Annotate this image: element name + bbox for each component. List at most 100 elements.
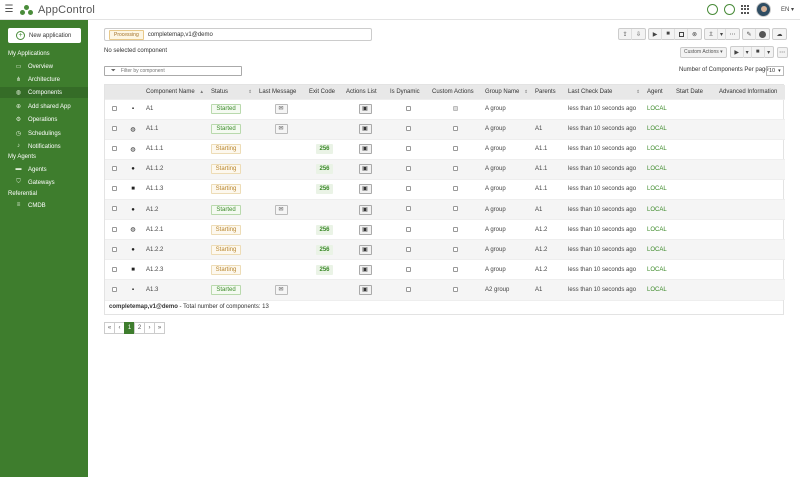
header-start-date[interactable]: Start Date xyxy=(673,85,716,99)
sidebar-item-gateways[interactable]: ⛉ Gateways xyxy=(14,177,88,188)
component-name[interactable]: A1 xyxy=(143,99,208,119)
table-row[interactable]: ◍ A1.1 Started ✉ ▣ A group A1 less than 10 seco… xyxy=(105,119,785,140)
header-custom-actions[interactable]: Custom Actions xyxy=(429,85,482,99)
component-name[interactable]: A1.3 xyxy=(143,280,208,300)
agent-name[interactable]: LOCAL xyxy=(644,199,673,219)
table-row[interactable]: ▪ A1 Started ✉ ▣ A group less than 10 seconds … xyxy=(105,99,785,119)
chevron-down-icon[interactable]: ▾ xyxy=(744,46,752,58)
logo[interactable]: AppControl xyxy=(20,4,95,16)
header-last-check-date[interactable]: Last Check Date ⇕ xyxy=(565,85,644,99)
sidebar-item-operations[interactable]: ⚙ Operations xyxy=(14,114,88,125)
agent-name[interactable]: LOCAL xyxy=(644,139,673,159)
download-icon[interactable]: ⇩ xyxy=(632,29,645,40)
gear-icon[interactable] xyxy=(706,4,718,15)
cancel-icon[interactable]: ⊗ xyxy=(688,29,701,40)
agent-name[interactable]: LOCAL xyxy=(644,220,673,240)
message-icon[interactable]: ✉ xyxy=(274,104,288,115)
table-row[interactable]: ■ A1.1.3 Starting 256 ▣ A group A1.1 less than … xyxy=(105,179,785,199)
component-name[interactable]: A1.1 xyxy=(143,119,208,139)
component-name[interactable]: A1.2.2 xyxy=(143,240,208,260)
header-parents[interactable]: Parents xyxy=(532,85,565,99)
header-last-message[interactable]: Last Message xyxy=(256,85,306,99)
agent-name[interactable]: LOCAL xyxy=(644,280,673,300)
actions-list-icon[interactable]: ▣ xyxy=(358,285,372,296)
cloud-download-icon[interactable]: ☁ xyxy=(773,29,786,40)
upload-icon[interactable]: ⇪ xyxy=(619,28,632,40)
table-row[interactable]: ● A1.1.2 Starting 256 ▣ A group A1.1 less than … xyxy=(105,159,785,180)
actions-list-icon[interactable]: ▣ xyxy=(358,144,372,155)
agent-name[interactable]: LOCAL xyxy=(644,240,673,260)
table-row[interactable]: ■ A1.2.3 Starting 256 ▣ A group A1.2 less than … xyxy=(105,259,785,280)
more-icon[interactable]: ⋯ xyxy=(726,29,739,40)
row-checkbox[interactable] xyxy=(111,166,117,172)
component-name[interactable]: A1.2.3 xyxy=(143,260,208,280)
agent-name[interactable]: LOCAL xyxy=(644,159,673,179)
table-row[interactable]: ● A1.2 Started ✉ ▣ A group A1 less than 10 seco… xyxy=(105,199,785,220)
per-page-select[interactable]: 10 ▾ xyxy=(766,66,784,76)
actions-list-icon[interactable]: ▣ xyxy=(358,224,372,235)
help-icon[interactable] xyxy=(723,4,735,15)
message-icon[interactable]: ✉ xyxy=(274,124,288,135)
avatar[interactable] xyxy=(755,2,771,17)
agent-name[interactable]: LOCAL xyxy=(644,119,673,139)
sidebar-item-schedulings[interactable]: ◷ Schedulings xyxy=(14,128,88,139)
actions-list-icon[interactable]: ▣ xyxy=(358,184,372,195)
sidebar-item-agents[interactable]: ▬ Agents xyxy=(14,164,88,175)
header-status[interactable]: Status ⇕ xyxy=(208,85,256,99)
header-actions-list[interactable]: Actions List xyxy=(343,85,387,99)
edit-icon[interactable]: ✎ xyxy=(743,28,756,40)
row-checkbox[interactable] xyxy=(111,287,117,293)
sidebar-item-overview[interactable]: ▭ Overview xyxy=(14,61,88,72)
actions-list-icon[interactable]: ▣ xyxy=(358,104,372,115)
agent-name[interactable]: LOCAL xyxy=(644,179,673,199)
sidebar-item-architecture[interactable]: ⋔ Architecture xyxy=(14,74,88,85)
play-icon[interactable]: ▶ xyxy=(649,28,662,40)
stop-icon[interactable]: ■ xyxy=(752,46,765,58)
sidebar-item-cmdb[interactable]: ≡ CMDB xyxy=(14,200,88,211)
chevron-down-icon[interactable]: ▾ xyxy=(765,47,773,58)
language-selector[interactable]: EN ▾ xyxy=(781,6,794,13)
actions-list-icon[interactable]: ▣ xyxy=(358,124,372,135)
hamburger-icon[interactable]: ☰ xyxy=(0,4,18,15)
component-name[interactable]: A1.2.1 xyxy=(143,220,208,240)
more-icon[interactable]: ⋯ xyxy=(776,46,788,58)
stop-icon[interactable]: ■ xyxy=(662,28,675,40)
agent-name[interactable]: LOCAL xyxy=(644,99,673,119)
actions-list-icon[interactable]: ▣ xyxy=(358,204,372,215)
table-row[interactable]: ◍ A1.1.1 Starting 256 ▣ A group A1.1 less than … xyxy=(105,139,785,159)
sidebar-item-components[interactable]: ◍ Components xyxy=(0,87,92,98)
play-icon[interactable]: ▶ xyxy=(731,46,744,58)
minus-circle-icon[interactable] xyxy=(756,29,769,40)
header-advanced-information[interactable]: Advanced Information xyxy=(716,85,785,99)
row-checkbox[interactable] xyxy=(111,266,117,272)
grid-icon[interactable] xyxy=(740,5,750,14)
sidebar-item-add-shared-app[interactable]: ⊕ Add shared App xyxy=(14,101,88,112)
custom-actions-dropdown[interactable]: Custom Actions ▾ xyxy=(680,46,727,58)
component-name[interactable]: A1.2 xyxy=(143,199,208,219)
application-field[interactable]: Processing completemap,v1@demo xyxy=(104,28,372,41)
row-checkbox[interactable] xyxy=(111,146,117,152)
actions-list-icon[interactable]: ▣ xyxy=(358,264,372,275)
component-name[interactable]: A1.1.1 xyxy=(143,139,208,159)
actions-list-icon[interactable]: ▣ xyxy=(358,164,372,175)
new-application-button[interactable]: + New application xyxy=(8,28,81,43)
table-row[interactable]: ● A1.2.2 Starting 256 ▣ A group A1.2 less than … xyxy=(105,239,785,260)
square-icon[interactable] xyxy=(675,28,688,40)
component-name[interactable]: A1.1.2 xyxy=(143,159,208,179)
header-agent[interactable]: Agent xyxy=(644,85,673,99)
message-icon[interactable]: ✉ xyxy=(274,204,288,215)
agent-name[interactable]: LOCAL xyxy=(644,260,673,280)
table-row[interactable]: ◍ A1.2.1 Starting 256 ▣ A group A1.2 less than … xyxy=(105,219,785,240)
filter-field[interactable]: ⏷ xyxy=(104,66,242,76)
filter-input[interactable] xyxy=(120,68,231,74)
message-icon[interactable]: ✉ xyxy=(274,285,288,296)
chevron-down-icon[interactable]: ▾ xyxy=(718,28,726,40)
actions-list-icon[interactable]: ▣ xyxy=(358,244,372,255)
table-row[interactable]: ▪ A1.3 Started ✉ ▣ A2 group A1 less than 10 sec… xyxy=(105,279,785,300)
component-name[interactable]: A1.1.3 xyxy=(143,179,208,199)
row-checkbox[interactable] xyxy=(111,126,117,132)
row-checkbox[interactable] xyxy=(111,246,117,252)
header-component-name[interactable]: Component Name ▲ xyxy=(143,85,208,99)
row-checkbox[interactable] xyxy=(111,206,117,212)
row-checkbox[interactable] xyxy=(111,186,117,192)
